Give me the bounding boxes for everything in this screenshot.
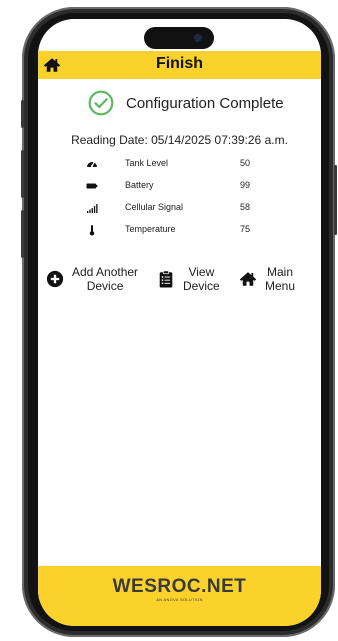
status-text: Configuration Complete	[126, 94, 284, 112]
home-icon	[239, 272, 257, 286]
app-footer: WESROC.NET AN ANOVA SOLUTION	[38, 566, 321, 626]
metric-value: 58	[240, 202, 251, 212]
battery-icon	[86, 183, 98, 189]
metric-row-cellular-signal: Cellular Signal 58	[86, 200, 250, 216]
main-menu-button[interactable]: Main Menu	[239, 265, 295, 293]
metric-row-battery: Battery 99	[86, 178, 250, 194]
gauge-icon	[87, 161, 97, 168]
view-device-label: View Device	[183, 265, 220, 293]
plus-circle-icon	[46, 270, 64, 288]
metric-row-tank-level: Tank Level 50	[86, 156, 250, 172]
thermometer-icon	[89, 225, 95, 236]
metric-label: Temperature	[125, 224, 176, 234]
metric-label: Battery	[125, 180, 154, 190]
metric-row-temperature: Temperature 75	[86, 222, 250, 238]
app-header: Finish	[38, 51, 321, 79]
side-button-mute	[21, 100, 24, 128]
reading-date: Reading Date: 05/14/2025 07:39:26 a.m.	[71, 133, 288, 147]
side-button-volume-up	[21, 150, 24, 198]
brand-tagline: AN ANOVA SOLUTION	[156, 597, 203, 602]
page-title: Finish	[155, 55, 204, 72]
front-camera	[194, 34, 202, 42]
metric-value: 50	[240, 158, 251, 168]
side-button-volume-down	[21, 210, 24, 258]
brand-logo-text: WESROC.NET	[112, 576, 247, 597]
clipboard-list-icon	[159, 270, 173, 288]
configuration-status: Configuration Complete	[88, 89, 284, 117]
add-another-device-button[interactable]: Add Another Device	[46, 265, 138, 293]
app-screen: Finish Configuration Complete Reading Da…	[38, 19, 321, 626]
metric-label: Cellular Signal	[125, 202, 184, 212]
check-circle-icon	[88, 90, 114, 116]
main-menu-label: Main Menu	[265, 265, 296, 293]
metric-value: 75	[240, 224, 251, 234]
side-button-power	[334, 165, 337, 235]
metric-value: 99	[240, 180, 251, 190]
camera-notch	[144, 27, 214, 49]
metric-label: Tank Level	[125, 158, 169, 168]
signal-icon	[87, 204, 98, 213]
add-another-device-label: Add Another Device	[72, 265, 139, 293]
view-device-button[interactable]: View Device	[157, 265, 220, 293]
